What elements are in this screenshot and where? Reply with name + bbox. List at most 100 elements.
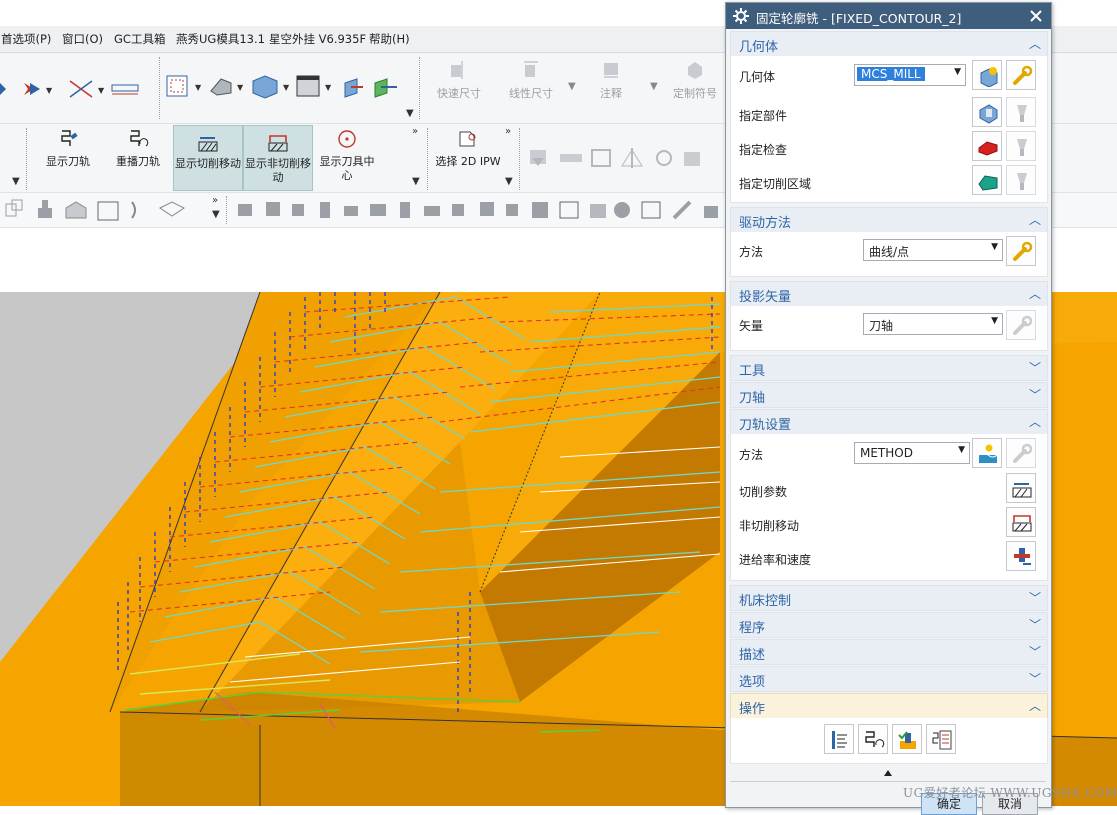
geometry-section: 几何体 MCS_MILL ▼ 指定部件 指定检查 指定切削区域: [730, 56, 1048, 203]
operation-icons-right: [238, 200, 718, 220]
verify-button[interactable]: [892, 724, 922, 754]
custom-symbol-icon: [688, 62, 702, 79]
menu-gc-toolbox[interactable]: GC工具箱: [114, 31, 165, 47]
cut-parameters-icon: [1012, 483, 1032, 498]
machine-control-section-header[interactable]: 机床控制 ﹀: [730, 585, 1048, 611]
new-geometry-button[interactable]: [972, 60, 1002, 90]
wrench-icon: [1013, 315, 1033, 335]
generate-icon: [832, 731, 847, 749]
drive-method-section-header[interactable]: 驱动方法 ︿: [730, 207, 1048, 233]
quick-dimension-button[interactable]: 快速尺寸: [432, 59, 486, 101]
actions-section-header[interactable]: 操作 ︿: [730, 693, 1048, 719]
chevron-up-icon: ︿: [1028, 699, 1041, 713]
display-part-button[interactable]: [1006, 97, 1036, 127]
check-geometry-icon: [978, 141, 998, 156]
specify-part-button[interactable]: [972, 97, 1002, 127]
fixed-contour-dialog: 固定轮廓铣 - [FIXED_CONTOUR_2] 几何体 ︿ 几何体 MCS_M…: [725, 2, 1052, 815]
menu-yanxiu-mold[interactable]: 燕秀UG模具13.1: [176, 31, 265, 47]
flashlight-icon: [1017, 173, 1027, 190]
edit-geometry-button[interactable]: [1006, 60, 1036, 90]
program-section-header[interactable]: 程序 ﹀: [730, 612, 1048, 638]
operation-icons-left: [5, 199, 185, 221]
dialog-title-bar[interactable]: 固定轮廓铣 - [FIXED_CONTOUR_2]: [726, 3, 1051, 29]
select-2d-ipw-button[interactable]: 选择 2D IPW: [434, 128, 502, 169]
svg-text:▼: ▼: [46, 86, 53, 95]
new-method-icon: [978, 444, 998, 463]
cut-parameters-button[interactable]: [1006, 473, 1036, 503]
chevron-down-icon: ﹀: [1028, 361, 1041, 375]
flashlight-icon: [1017, 139, 1027, 156]
wrench-icon: [1013, 65, 1033, 85]
feeds-speeds-button[interactable]: [1006, 541, 1036, 571]
toolpath-icon: [61, 130, 78, 146]
close-icon[interactable]: [1029, 9, 1043, 23]
show-cut-moves-button[interactable]: 显示切削移动: [173, 125, 243, 191]
generate-button[interactable]: [824, 724, 854, 754]
projection-vector-section: 矢量 刀轴 ▼: [730, 306, 1048, 351]
cut-moves-icon: [198, 137, 218, 152]
replay-icon: [130, 130, 149, 147]
new-geometry-icon: [980, 67, 998, 87]
replay-button[interactable]: [858, 724, 888, 754]
vector-select[interactable]: 刀轴 ▼: [863, 313, 1003, 335]
display-cut-area-button[interactable]: [1006, 165, 1036, 195]
disabled-tool-icons: [530, 148, 700, 168]
chevron-up-icon: ︿: [1028, 415, 1041, 429]
noncut-moves-icon: [268, 135, 288, 152]
specify-cut-area-button[interactable]: [972, 165, 1002, 195]
edit-vector-button[interactable]: [1006, 310, 1036, 340]
chevron-down-icon: ﹀: [1028, 672, 1041, 686]
svg-text:▼: ▼: [195, 83, 202, 92]
view-tool-icons[interactable]: ▼ ▼: [0, 77, 160, 101]
watermark: UG爱好者论坛 WWW.UGSNX.COM: [903, 786, 1117, 800]
svg-text:▼: ▼: [283, 83, 290, 92]
menu-window[interactable]: 窗口(O): [62, 31, 103, 47]
wrench-icon: [1013, 241, 1033, 261]
custom-symbol-button[interactable]: 定制符号: [668, 59, 722, 101]
replay-toolpath-button[interactable]: 重播刀轨: [110, 128, 166, 169]
wrench-icon: [1013, 443, 1033, 463]
projection-vector-section-header[interactable]: 投影矢量 ︿: [730, 281, 1048, 307]
svg-text:▼: ▼: [98, 86, 105, 95]
list-icon: [932, 730, 952, 750]
chevron-down-icon: ﹀: [1028, 645, 1041, 659]
note-button[interactable]: 注释: [588, 59, 634, 101]
description-section-header[interactable]: 描述 ﹀: [730, 639, 1048, 665]
specify-check-button[interactable]: [972, 131, 1002, 161]
note-icon: [604, 63, 618, 78]
tool-section-header[interactable]: 工具 ﹀: [730, 355, 1048, 381]
svg-text:▼: ▼: [237, 83, 244, 92]
svg-text:▼: ▼: [325, 83, 332, 92]
verify-icon: [898, 731, 916, 749]
display-check-button[interactable]: [1006, 131, 1036, 161]
menu-help[interactable]: 帮助(H): [369, 31, 410, 47]
linear-dimension-icon: [524, 61, 538, 77]
chevron-up-icon: ︿: [1028, 287, 1041, 301]
edit-drive-method-button[interactable]: [1006, 236, 1036, 266]
geometry-section-header[interactable]: 几何体 ︿: [730, 31, 1048, 57]
edit-method-button[interactable]: [1006, 438, 1036, 468]
path-method-select[interactable]: METHOD ▼: [854, 442, 970, 464]
path-settings-section-header[interactable]: 刀轨设置 ︿: [730, 409, 1048, 435]
show-noncut-moves-button[interactable]: 显示非切削移动: [243, 125, 313, 191]
tool-axis-section-header[interactable]: 刀轴 ﹀: [730, 382, 1048, 408]
menu-xingkong-plugin[interactable]: 星空外挂 V6.935F: [269, 31, 366, 47]
non-cutting-moves-icon: [1012, 515, 1032, 532]
geometry-select[interactable]: MCS_MILL ▼: [854, 64, 966, 86]
non-cutting-moves-button[interactable]: [1006, 507, 1036, 537]
list-button[interactable]: [926, 724, 956, 754]
show-toolpath-button[interactable]: 显示刀轨: [40, 128, 96, 169]
menu-preferences[interactable]: 首选项(P): [1, 31, 51, 47]
collapse-arrow-icon[interactable]: [883, 769, 893, 777]
part-icon: [979, 104, 998, 124]
new-method-button[interactable]: [972, 438, 1002, 468]
drive-method-section: 方法 曲线/点 ▼: [730, 232, 1048, 277]
quick-dimension-icon: [451, 61, 463, 79]
linear-dimension-button[interactable]: 线性尺寸: [504, 59, 558, 101]
show-tool-center-button[interactable]: 显示刀具中心: [316, 128, 378, 183]
tool-center-icon: [338, 130, 356, 148]
drive-method-select[interactable]: 曲线/点 ▼: [863, 239, 1003, 261]
display-tool-icons[interactable]: ▼ ▼ ▼ ▼: [165, 73, 415, 103]
options-section-header[interactable]: 选项 ﹀: [730, 666, 1048, 692]
path-settings-section: 方法 METHOD ▼ 切削参数 非切削移动 进给率和速度: [730, 434, 1048, 581]
